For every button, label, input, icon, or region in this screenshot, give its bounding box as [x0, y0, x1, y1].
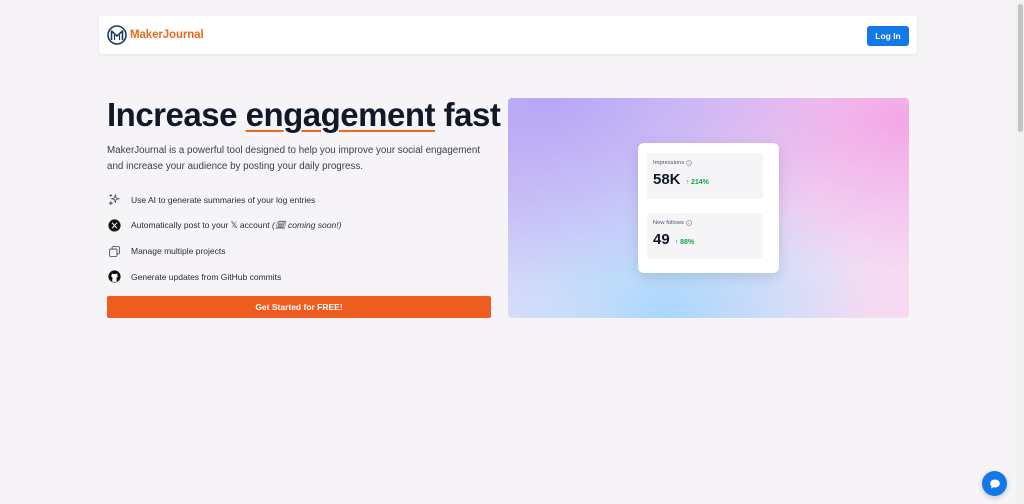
- hero-visual: Impressions 58K ↑ 214% New follows 49 ↑ …: [508, 98, 909, 318]
- feature-text: Generate updates from GitHub commits: [131, 271, 282, 282]
- coming-soon-note: (🗓 coming soon!): [272, 220, 342, 231]
- scrollbar[interactable]: [1016, 0, 1024, 504]
- x-logo-icon: [107, 219, 121, 233]
- stat-label: Impressions: [653, 160, 693, 166]
- hero-title-end: fast: [434, 96, 501, 133]
- copy-icon: [107, 244, 121, 258]
- hero-title: Increase engagement fast: [107, 96, 501, 134]
- follows-stat: New follows 49 ↑ 88%: [647, 213, 763, 259]
- brand-name: MakerJournal: [130, 29, 204, 41]
- info-icon: [686, 160, 693, 166]
- feature-item: Automatically post to your 𝕏 account (🗓 …: [107, 213, 341, 239]
- hero-title-start: Increase: [107, 96, 246, 133]
- stats-card: Impressions 58K ↑ 214% New follows 49 ↑ …: [638, 143, 779, 273]
- stat-row: 49 ↑ 88%: [653, 231, 694, 248]
- feature-text: Use AI to generate summaries of your log…: [131, 194, 316, 205]
- brand-link[interactable]: MakerJournal: [107, 25, 204, 45]
- chat-button[interactable]: [982, 471, 1007, 496]
- feature-item: Manage multiple projects: [107, 238, 341, 264]
- login-button[interactable]: Log In: [867, 26, 909, 46]
- chat-bubble-icon: [989, 479, 1000, 488]
- feature-text: Manage multiple projects: [131, 246, 226, 257]
- feature-text: Automatically post to your 𝕏 account: [131, 220, 270, 231]
- impressions-label: Impressions: [653, 160, 685, 166]
- follows-label: New follows: [653, 220, 684, 226]
- stat-label: New follows: [653, 220, 692, 226]
- feature-item: Generate updates from GitHub commits: [107, 264, 341, 290]
- impressions-value: 58K: [653, 171, 681, 188]
- stat-row: 58K ↑ 214%: [653, 171, 709, 188]
- impressions-stat: Impressions 58K ↑ 214%: [647, 153, 763, 199]
- get-started-button[interactable]: Get Started for FREE!: [107, 296, 491, 318]
- github-icon: [107, 270, 121, 284]
- logo-icon: [107, 25, 127, 45]
- scrollbar-thumb[interactable]: [1018, 4, 1023, 132]
- navbar: MakerJournal Log In: [99, 16, 917, 54]
- info-icon: [686, 220, 692, 226]
- follows-value: 49: [653, 231, 670, 248]
- hero-description: MakerJournal is a powerful tool designed…: [107, 145, 481, 172]
- follows-change: ↑ 88%: [674, 239, 695, 246]
- sparkles-icon: [107, 193, 121, 207]
- impressions-change: ↑ 214%: [685, 179, 709, 186]
- feature-list: Use AI to generate summaries of your log…: [107, 187, 341, 290]
- feature-item: Use AI to generate summaries of your log…: [107, 187, 341, 213]
- hero-title-accent: engagement: [245, 96, 436, 133]
